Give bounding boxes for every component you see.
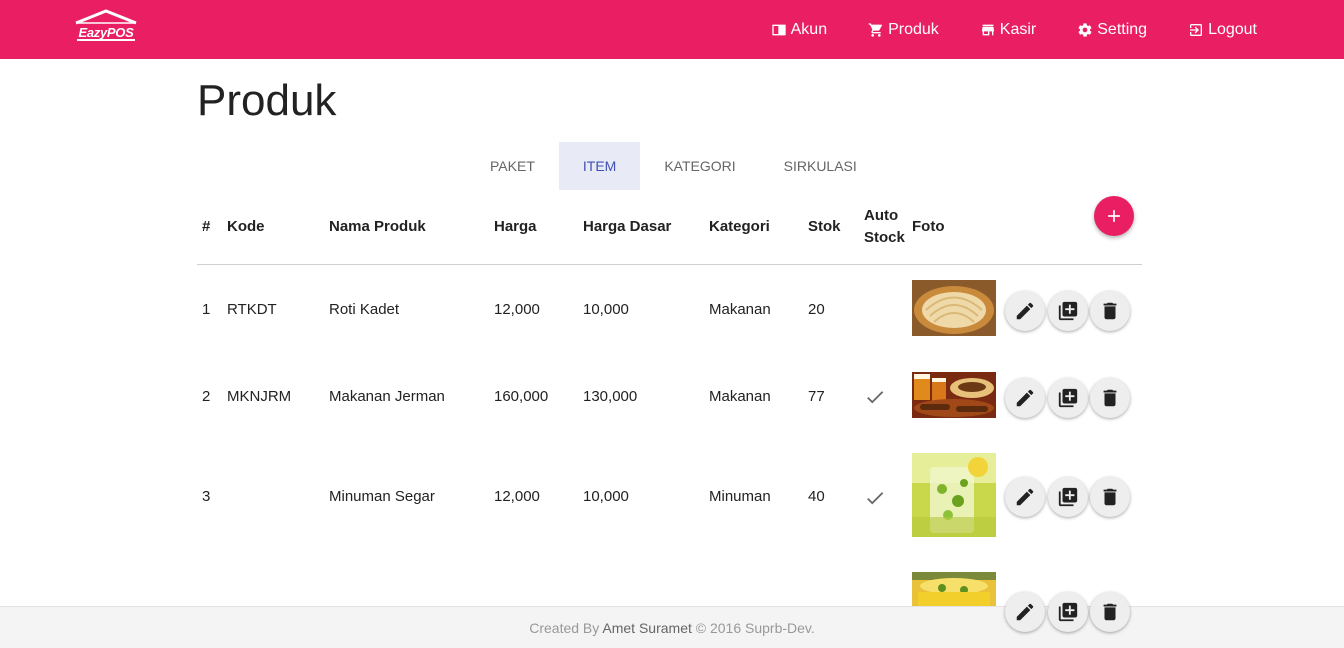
product-photo-minuman-segar (912, 453, 996, 537)
footer-copyright: © 2016 Suprb-Dev. (695, 620, 815, 636)
cell-no: 1 (202, 301, 211, 318)
delete-button[interactable] (1090, 592, 1130, 632)
nav-item-label: Akun (790, 20, 828, 38)
delete-button[interactable] (1090, 477, 1130, 517)
library-add-icon (1058, 602, 1078, 622)
eazypos-logo[interactable]: EazyPOS (74, 9, 138, 47)
cell-no: 3 (202, 488, 211, 505)
nav-item-logout[interactable]: Logout (1188, 21, 1257, 39)
header-auto-stock: Auto Stock (864, 205, 905, 249)
logout-icon (1190, 23, 1203, 36)
nav-item-label: Produk (888, 20, 939, 38)
header-nama-produk: Nama Produk (329, 218, 426, 235)
trash-icon (1103, 302, 1117, 320)
pencil-icon (1016, 389, 1034, 407)
trash-icon (1103, 603, 1117, 621)
nav-item-label: Setting (1097, 20, 1148, 38)
cell-harga-dasar: 10,000 (583, 301, 629, 318)
header-harga: Harga (494, 218, 537, 235)
edit-button[interactable] (1005, 291, 1045, 331)
cell-harga: 12,000 (494, 488, 540, 505)
cell-nama: Minuman Segar (329, 488, 435, 505)
product-tabs: PAKET ITEM KATEGORI SIRKULASI (466, 142, 881, 190)
product-photo-partial (912, 572, 996, 606)
tab-sirkulasi[interactable]: SIRKULASI (760, 142, 881, 190)
delete-button[interactable] (1090, 291, 1130, 331)
header-kode: Kode (227, 218, 265, 235)
table-header: # Kode Nama Produk Harga Harga Dasar Kat… (197, 204, 1142, 265)
nav-item-setting[interactable]: Setting (1077, 21, 1147, 39)
header-harga-dasar: Harga Dasar (583, 218, 672, 235)
cell-kategori: Minuman (709, 488, 771, 505)
footer: Created By Amet Suramet © 2016 Suprb-Dev… (0, 606, 1344, 648)
account-card-icon (771, 24, 786, 35)
tab-paket[interactable]: PAKET (466, 142, 559, 190)
header-foto: Foto (912, 218, 945, 235)
edit-button[interactable] (1005, 592, 1045, 632)
pencil-icon (1016, 603, 1034, 621)
pencil-icon (1016, 302, 1034, 320)
cell-stok: 20 (808, 301, 825, 318)
cell-kode: MKNJRM (227, 388, 292, 405)
bread-image (912, 280, 996, 336)
nav-item-akun[interactable]: Akun (771, 21, 827, 39)
add-stock-button[interactable] (1048, 291, 1088, 331)
table-row: 2 MKNJRM Makanan Jerman 160,000 130,000 … (197, 372, 1142, 420)
cell-harga: 160,000 (494, 388, 549, 405)
check-icon (867, 391, 884, 404)
cell-kategori: Makanan (709, 388, 771, 405)
nav-item-label: Logout (1208, 20, 1257, 38)
cart-icon (868, 22, 883, 37)
header-stok: Stok (808, 218, 841, 235)
cell-stok: 77 (808, 388, 825, 405)
check-icon (867, 492, 884, 505)
trash-icon (1103, 389, 1117, 407)
cell-harga: 12,000 (494, 301, 540, 318)
brand-name: EazyPOS (77, 25, 135, 41)
nav-item-kasir[interactable]: Kasir (980, 21, 1036, 39)
cell-harga-dasar: 130,000 (583, 388, 638, 405)
header-auto-stock-line1: Auto (864, 207, 899, 224)
trash-icon (1103, 488, 1117, 506)
library-add-icon (1058, 487, 1078, 507)
add-stock-button[interactable] (1048, 378, 1088, 418)
add-stock-button[interactable] (1048, 477, 1088, 517)
add-stock-button[interactable] (1048, 592, 1088, 632)
tab-item[interactable]: ITEM (558, 142, 641, 190)
table-row (197, 572, 1142, 606)
cell-kategori: Makanan (709, 301, 771, 318)
edit-button[interactable] (1005, 477, 1045, 517)
edit-button[interactable] (1005, 378, 1045, 418)
footer-author[interactable]: Amet Suramet (602, 620, 691, 636)
store-icon (981, 24, 994, 35)
nav-item-produk[interactable]: Produk (868, 21, 939, 39)
page-title: Produk (197, 76, 337, 125)
product-photo-roti-kadet (912, 280, 996, 336)
cell-nama: Roti Kadet (329, 301, 400, 318)
table-row: 1 RTKDT Roti Kadet 12,000 10,000 Makanan… (197, 280, 1142, 338)
table-row: 3 Minuman Segar 12,000 10,000 Minuman 40 (197, 453, 1142, 537)
library-add-icon (1058, 301, 1078, 321)
top-navbar: EazyPOS Akun Produk Kasir Setting Logout (0, 0, 1344, 59)
drink-image (912, 453, 996, 537)
header-auto-stock-line2: Stock (864, 229, 905, 246)
pencil-icon (1016, 488, 1034, 506)
nav-menu: Akun Produk Kasir Setting Logout (730, 0, 1257, 59)
cell-stok: 40 (808, 488, 825, 505)
gear-icon (1078, 22, 1092, 37)
cell-nama: Makanan Jerman (329, 388, 445, 405)
german-food-image (912, 372, 996, 418)
drink-image (912, 572, 996, 606)
tab-kategori[interactable]: KATEGORI (640, 142, 759, 190)
header-no: # (202, 218, 211, 235)
library-add-icon (1058, 388, 1078, 408)
footer-prefix: Created By (529, 620, 600, 636)
header-kategori: Kategori (709, 218, 770, 235)
cell-kode: RTKDT (227, 301, 277, 318)
cell-harga-dasar: 10,000 (583, 488, 629, 505)
delete-button[interactable] (1090, 378, 1130, 418)
product-photo-makanan-jerman (912, 372, 996, 418)
cell-no: 2 (202, 388, 211, 405)
nav-item-label: Kasir (999, 20, 1037, 38)
